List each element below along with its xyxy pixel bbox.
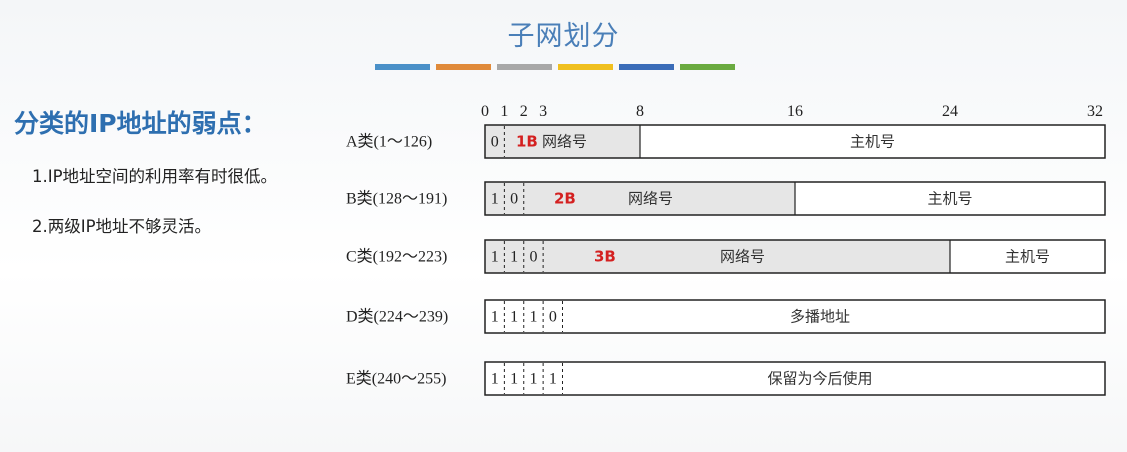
- leading-bit: 1: [510, 309, 518, 326]
- field-label: 保留为今后使用: [767, 370, 872, 388]
- bit-tick-label: 2: [520, 103, 528, 120]
- class-label: A类(1～126): [346, 133, 432, 151]
- class-label: D类(224～239): [346, 308, 448, 326]
- host-id-label: 主机号: [927, 190, 972, 208]
- field-label: 多播地址: [790, 308, 850, 326]
- leading-bit: 1: [510, 249, 518, 266]
- leading-bit: 0: [549, 309, 557, 326]
- bit-tick-label: 8: [636, 103, 644, 120]
- byte-length-label: 2B: [554, 190, 576, 208]
- slide-background: 子网划分 分类的IP地址的弱点： 1.IP地址空间的利用率有时很低。 2.两级I…: [0, 0, 1127, 452]
- leading-bit: 0: [491, 134, 499, 151]
- host-id-label: 主机号: [850, 133, 895, 151]
- byte-length-label: 3B: [594, 248, 616, 266]
- leading-bit: 1: [491, 309, 499, 326]
- byte-length-label: 1B: [516, 133, 538, 151]
- host-id-label: 主机号: [1005, 248, 1050, 266]
- network-id-label: 网络号: [628, 190, 673, 208]
- network-field: [485, 240, 950, 273]
- bit-tick-label: 32: [1087, 103, 1103, 120]
- ip-class-diagram: 0 1 2 3 8 16 24 32A类(1～126) 1B 网络号 主机号0B类(128～191)…: [346, 103, 1106, 396]
- bit-tick-label: 3: [539, 103, 547, 120]
- leading-bit: 0: [510, 191, 518, 208]
- leading-bit: 1: [491, 371, 499, 388]
- leading-bit: 1: [529, 371, 537, 388]
- leading-bit: 1: [491, 249, 499, 266]
- leading-bit: 1: [549, 371, 557, 388]
- bit-tick-label: 16: [787, 103, 803, 120]
- leading-bit: 0: [529, 249, 537, 266]
- bit-tick-label: 24: [942, 103, 958, 120]
- class-label: B类(128～191): [346, 190, 447, 208]
- leading-bit: 1: [510, 371, 518, 388]
- bit-tick-label: 0: [481, 103, 489, 120]
- leading-bit: 1: [491, 191, 499, 208]
- class-label: C类(192～223): [346, 248, 447, 266]
- network-id-label: 网络号: [542, 133, 587, 151]
- network-id-label: 网络号: [720, 248, 765, 266]
- leading-bit: 1: [529, 309, 537, 326]
- bit-tick-label: 1: [500, 103, 508, 120]
- class-label: E类(240～255): [346, 370, 446, 388]
